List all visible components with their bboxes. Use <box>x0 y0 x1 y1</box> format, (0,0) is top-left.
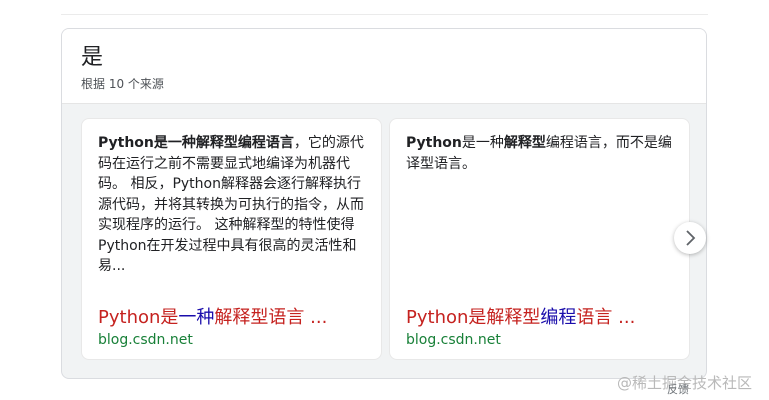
source-url[interactable]: blog.csdn.net <box>406 331 501 349</box>
source-title-part: Python是 <box>98 307 179 328</box>
source-title-part: 一种 <box>178 307 215 328</box>
answer-panel: 是 根据 10 个来源 Python是一种解释型编程语言，它的源代码在运行之前不… <box>61 28 707 379</box>
snippet-highlight: 解释型 <box>503 135 546 151</box>
snippet-text: 是一种 <box>461 135 504 151</box>
source-title-part: 解释型语言 ... <box>214 307 328 328</box>
answer-source-count[interactable]: 根据 10 个来源 <box>81 76 164 92</box>
top-divider <box>61 14 708 15</box>
feedback-link[interactable]: 反馈 <box>667 383 689 397</box>
source-card[interactable]: Python是一种解释型编程语言，而不是编译型语言。 Python是解释型编程语… <box>389 118 690 360</box>
card-snippet: Python是一种解释型编程语言，而不是编译型语言。 <box>406 133 672 174</box>
answer-title: 是 <box>81 45 104 70</box>
source-url[interactable]: blog.csdn.net <box>98 331 193 349</box>
source-title-link[interactable]: Python是一种解释型语言 ... <box>98 306 370 330</box>
source-title-link[interactable]: Python是解释型编程语言 ... <box>406 306 678 330</box>
card-snippet: Python是一种解释型编程语言，它的源代码在运行之前不需要显式地编译为机器代码… <box>98 133 364 277</box>
answer-header: 是 根据 10 个来源 <box>62 29 706 104</box>
source-title-part: 语言 ... <box>576 307 636 328</box>
source-title-part: Python是解释型 <box>406 307 541 328</box>
snippet-highlight: Python <box>406 135 462 151</box>
source-card[interactable]: Python是一种解释型编程语言，它的源代码在运行之前不需要显式地编译为机器代码… <box>81 118 382 360</box>
source-title-part: 编程 <box>540 307 577 328</box>
snippet-highlight: Python是一种解释型编程语言 <box>98 135 294 151</box>
carousel-next-button[interactable] <box>674 222 706 254</box>
snippet-text: ，它的源代码在运行之前不需要显式地编译为机器代码。 相反，Python解释器会逐… <box>98 135 364 274</box>
chevron-right-icon <box>686 230 696 246</box>
